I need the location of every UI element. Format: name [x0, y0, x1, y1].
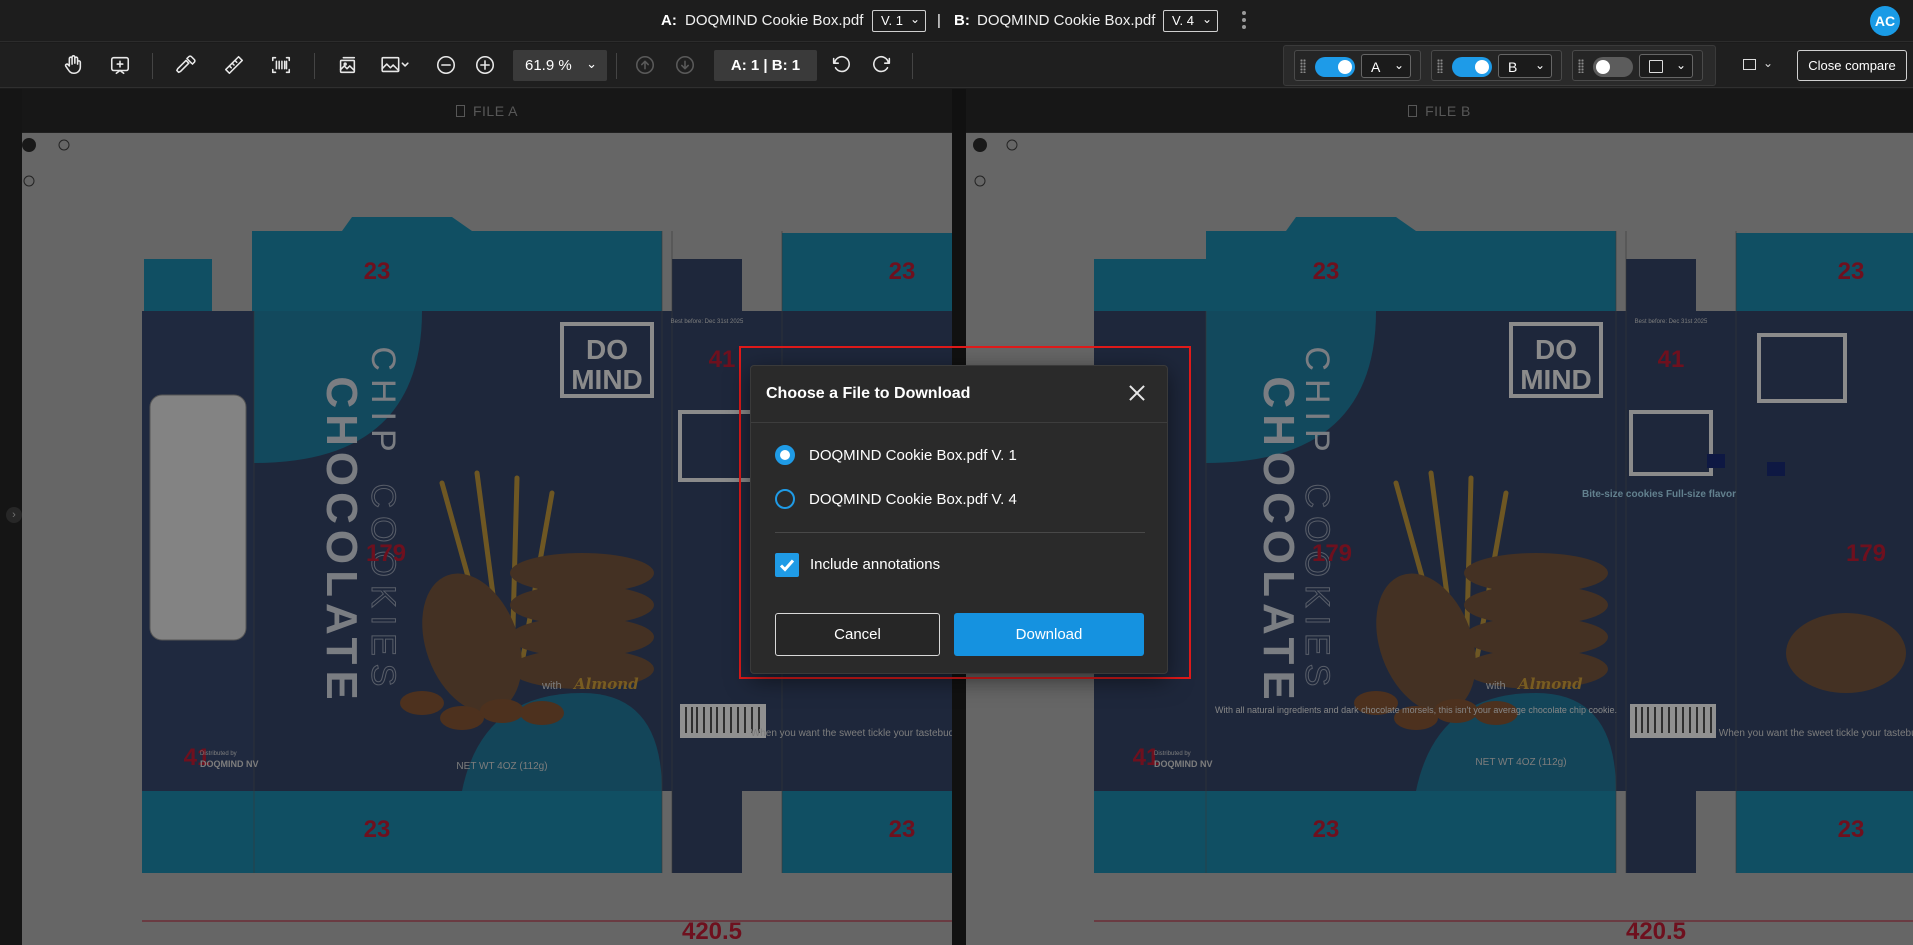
overlay-toggle[interactable]	[1593, 57, 1633, 77]
file-option-v4[interactable]: DOQMIND Cookie Box.pdf V. 4	[775, 488, 1017, 510]
rotate-right-icon[interactable]	[867, 51, 897, 79]
chevron-down-icon: ⌄	[1763, 56, 1774, 70]
ruler-icon[interactable]	[219, 51, 249, 79]
toolbar: 61.9 % ⌄ A: 1 | B: 1 A ⌄ B ⌄ ⌄ ⌄ Close comp…	[0, 43, 1913, 88]
layer-controls: A ⌄ B ⌄ ⌄	[1283, 45, 1716, 86]
image-compare-icon[interactable]	[332, 51, 362, 79]
view-mode-select[interactable]: ⌄	[1738, 56, 1778, 76]
layer-a-select[interactable]: A ⌄	[1361, 54, 1411, 78]
page-indicator: A: 1 | B: 1	[714, 50, 817, 81]
top-bar: A: DOQMIND Cookie Box.pdf V. 1 ⌄ | B: DOQ…	[0, 0, 1913, 42]
file-b-label: B:	[954, 12, 970, 29]
swap-icon	[1649, 60, 1663, 73]
chevron-down-icon: ⌄	[586, 56, 597, 71]
dialog-divider	[775, 532, 1145, 533]
include-annotations-label[interactable]: Include annotations	[810, 556, 940, 573]
file-b-version-value: V. 4	[1172, 13, 1194, 28]
hand-icon[interactable]	[58, 51, 88, 79]
chevron-down-icon: ⌄	[909, 12, 920, 26]
zoom-level-select[interactable]: 61.9 % ⌄	[513, 50, 607, 81]
radio-selected-icon[interactable]	[775, 445, 795, 465]
layer-b-group: B ⌄	[1431, 50, 1562, 81]
arrow-up-icon[interactable]	[630, 51, 660, 79]
layer-a-group: A ⌄	[1294, 50, 1421, 81]
file-a-label: A:	[661, 12, 677, 29]
layer-b-select[interactable]: B ⌄	[1498, 54, 1552, 78]
file-option-label: DOQMIND Cookie Box.pdf V. 4	[809, 490, 1017, 508]
drag-handle-icon[interactable]	[1437, 59, 1443, 73]
chevron-down-icon: ⌄	[1534, 58, 1545, 72]
checkmark-icon	[779, 559, 795, 572]
file-a-name: DOQMIND Cookie Box.pdf	[685, 12, 864, 29]
cancel-button[interactable]: Cancel	[775, 613, 940, 656]
user-avatar[interactable]: AC	[1870, 6, 1900, 36]
drag-handle-icon[interactable]	[1300, 59, 1306, 73]
zoom-out-icon[interactable]	[431, 51, 461, 79]
chevron-down-icon: ⌄	[1201, 12, 1212, 26]
drag-handle-icon[interactable]	[1578, 59, 1584, 73]
layer-b-toggle[interactable]	[1452, 57, 1492, 77]
file-a-version-value: V. 1	[881, 13, 903, 28]
square-icon	[1743, 59, 1756, 70]
zoom-area-icon[interactable]	[105, 51, 135, 79]
dialog-divider	[751, 422, 1167, 423]
chevron-down-icon: ⌄	[1675, 58, 1686, 72]
zoom-in-icon[interactable]	[470, 51, 500, 79]
image-select-icon[interactable]	[375, 51, 415, 79]
rotate-left-icon[interactable]	[826, 51, 856, 79]
zoom-level-value: 61.9 %	[525, 57, 572, 74]
dialog-title: Choose a File to Download	[766, 385, 971, 402]
arrow-down-icon[interactable]	[670, 51, 700, 79]
radio-unselected-icon[interactable]	[775, 489, 795, 509]
overlay-group: ⌄	[1572, 50, 1703, 81]
toolbar-divider	[152, 53, 153, 79]
download-dialog: Choose a File to Download DOQMIND Cookie…	[750, 365, 1168, 674]
toolbar-divider	[314, 53, 315, 79]
layer-a-toggle[interactable]	[1315, 57, 1355, 77]
file-option-label: DOQMIND Cookie Box.pdf V. 1	[809, 446, 1017, 464]
close-icon[interactable]	[1126, 382, 1148, 404]
file-a-version-select[interactable]: V. 1 ⌄	[872, 10, 926, 32]
toolbar-divider	[912, 53, 913, 79]
file-b-version-select[interactable]: V. 4 ⌄	[1163, 10, 1218, 32]
include-annotations-checkbox[interactable]	[775, 553, 799, 577]
overlay-mode-select[interactable]: ⌄	[1639, 54, 1693, 78]
file-divider: |	[937, 12, 941, 29]
chevron-down-icon: ⌄	[1393, 58, 1404, 72]
eyedropper-icon[interactable]	[171, 51, 201, 79]
file-option-v1[interactable]: DOQMIND Cookie Box.pdf V. 1	[775, 444, 1017, 466]
more-options-icon[interactable]	[1239, 8, 1249, 34]
file-b-name: DOQMIND Cookie Box.pdf	[977, 12, 1156, 29]
layer-a-value: A	[1371, 59, 1381, 75]
download-button[interactable]: Download	[954, 613, 1144, 656]
barcode-icon[interactable]	[266, 51, 296, 79]
close-compare-button[interactable]: Close compare	[1797, 50, 1907, 81]
layer-b-value: B	[1508, 59, 1518, 75]
toolbar-divider	[616, 53, 617, 79]
